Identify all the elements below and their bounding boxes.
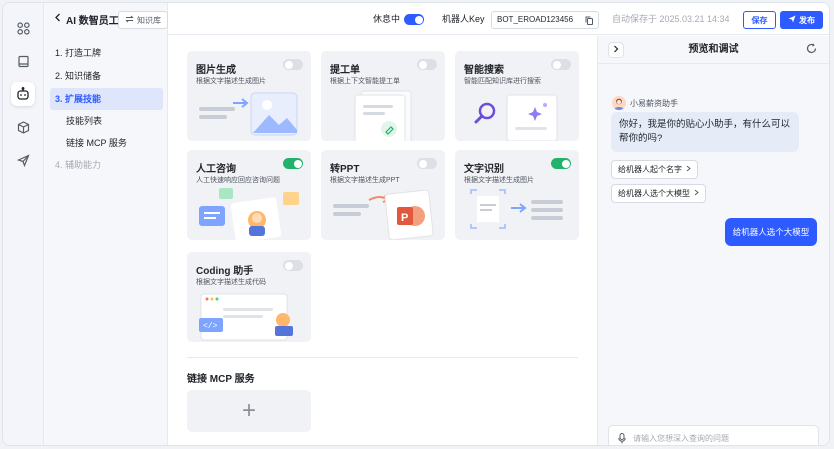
section-divider [187, 357, 578, 358]
bot-name: 小易薪资助手 [630, 99, 678, 108]
skill-title: 提工单 [330, 65, 360, 76]
ticket-illustration-icon [354, 90, 412, 141]
plus-icon: + [241, 397, 256, 424]
chevron-right-icon [686, 161, 691, 178]
skill-card-ocr[interactable]: 文字识别 根据文字描述生成图片 [455, 150, 579, 240]
step-knowledge[interactable]: 2. 知识储备 [50, 65, 163, 87]
user-message-bubble: 给机器人选个大模型 [725, 218, 817, 246]
save-button[interactable]: 保存 [743, 11, 776, 29]
autosave-status: 自动保存于 2025.03.21 14:34 [612, 14, 730, 24]
skill-toggle[interactable] [283, 59, 303, 70]
step-build-badge[interactable]: 1. 打造工牌 [50, 42, 163, 64]
rest-toggle[interactable] [404, 14, 424, 25]
apps-icon[interactable] [11, 16, 35, 40]
suggestion-label: 给机器人起个名字 [618, 165, 682, 174]
suggestion-label: 给机器人选个大模型 [618, 189, 690, 198]
mcp-section-title: 链接 MCP 服务 [187, 374, 255, 385]
bot-message-bubble: 你好，我是你的贴心小助手，有什么可以帮你的吗? [611, 112, 799, 152]
skill-toggle[interactable] [417, 59, 437, 70]
key-label: 机器人Key [442, 14, 485, 24]
chat-input[interactable] [633, 431, 813, 445]
ppt-illustration-icon: P [333, 189, 434, 240]
chevron-left-icon [54, 13, 62, 25]
top-bar: 休息中 机器人Key BOT_EROAD123456 自动保存于 2025.03… [168, 3, 829, 35]
suggestion-chip[interactable]: 给机器人起个名字 [611, 160, 698, 179]
publish-button[interactable]: 发布 [780, 11, 823, 29]
image-illustration-icon [199, 92, 298, 136]
add-mcp-button[interactable]: + [187, 390, 311, 432]
skill-toggle[interactable] [283, 260, 303, 271]
search-illustration-icon [474, 94, 558, 141]
chat-input-box[interactable] [608, 425, 819, 445]
microphone-icon[interactable] [618, 433, 626, 445]
step-skill-list[interactable]: 技能列表 [50, 110, 163, 132]
skill-title: 智能搜索 [464, 65, 504, 76]
skill-card-image-gen[interactable]: 图片生成 根据文字描述生成图片 [187, 51, 311, 141]
steps-nav: AI 数智员工 1. 打造工牌 2. 知识储备 3. 扩展技能 技能列表 链接 … [44, 3, 168, 445]
refresh-icon[interactable] [806, 43, 817, 57]
robot-key-field[interactable]: BOT_EROAD123456 [491, 11, 599, 29]
send-icon[interactable] [11, 148, 35, 172]
skills-panel: 图片生成 根据文字描述生成图片 提工单 根据上下文智能提工单 智能搜索 智能匹配… [168, 36, 597, 445]
page-title: AI 数智员工 [66, 15, 119, 27]
knowledge-base-button[interactable]: 知识库 [118, 11, 168, 29]
rest-label: 休息中 [373, 14, 401, 24]
skill-toggle[interactable] [551, 158, 571, 169]
book-icon[interactable] [11, 49, 35, 73]
skill-card-smart-search[interactable]: 智能搜索 智能匹配知识库进行搜索 [455, 51, 579, 141]
skill-card-coding[interactable]: Coding 助手 根据文字描述生成代码 </> [187, 252, 311, 342]
coding-illustration-icon: </> [199, 293, 293, 341]
skill-toggle[interactable] [283, 158, 303, 169]
svg-text:P: P [401, 212, 408, 224]
knowledge-base-label: 知识库 [137, 15, 161, 25]
svg-text:</>: </> [203, 322, 218, 331]
skill-toggle[interactable] [551, 59, 571, 70]
icon-rail [3, 3, 44, 445]
skill-card-human-consult[interactable]: 人工咨询 人工快速响应回应咨询问题 [187, 150, 311, 240]
robot-key-value: BOT_EROAD123456 [497, 15, 574, 24]
preview-title: 预览和调试 [688, 44, 739, 55]
skill-card-ticket[interactable]: 提工单 根据上下文智能提工单 [321, 51, 445, 141]
step-assist[interactable]: 4. 辅助能力 [50, 154, 163, 176]
send-icon [788, 15, 796, 25]
skill-title: 图片生成 [196, 65, 236, 76]
bot-avatar [612, 96, 626, 110]
swap-icon [125, 15, 134, 25]
publish-label: 发布 [799, 15, 815, 25]
robot-icon[interactable] [11, 82, 35, 106]
skill-title: 人工咨询 [196, 164, 236, 175]
preview-panel: 预览和调试 小易薪资助手 你好，我是你的贴心小助手，有什么可以帮你的吗? 给机器… [597, 36, 829, 445]
copy-icon[interactable] [585, 15, 593, 31]
skill-title: Coding 助手 [196, 266, 254, 277]
chevron-right-icon [694, 185, 699, 202]
skill-title: 转PPT [330, 164, 360, 175]
step-extend-skills[interactable]: 3. 扩展技能 [50, 88, 163, 110]
ocr-illustration-icon [470, 189, 563, 229]
skill-toggle[interactable] [417, 158, 437, 169]
skill-title: 文字识别 [464, 164, 504, 175]
consult-illustration-icon [199, 188, 299, 240]
cube-icon[interactable] [11, 115, 35, 139]
app-window: AI 数智员工 1. 打造工牌 2. 知识储备 3. 扩展技能 技能列表 链接 … [2, 2, 830, 446]
preview-header: 预览和调试 [598, 36, 829, 64]
step-link-mcp[interactable]: 链接 MCP 服务 [50, 132, 163, 154]
skill-card-to-ppt[interactable]: 转PPT 根据文字描述生成PPT P [321, 150, 445, 240]
suggestion-chip[interactable]: 给机器人选个大模型 [611, 184, 706, 203]
